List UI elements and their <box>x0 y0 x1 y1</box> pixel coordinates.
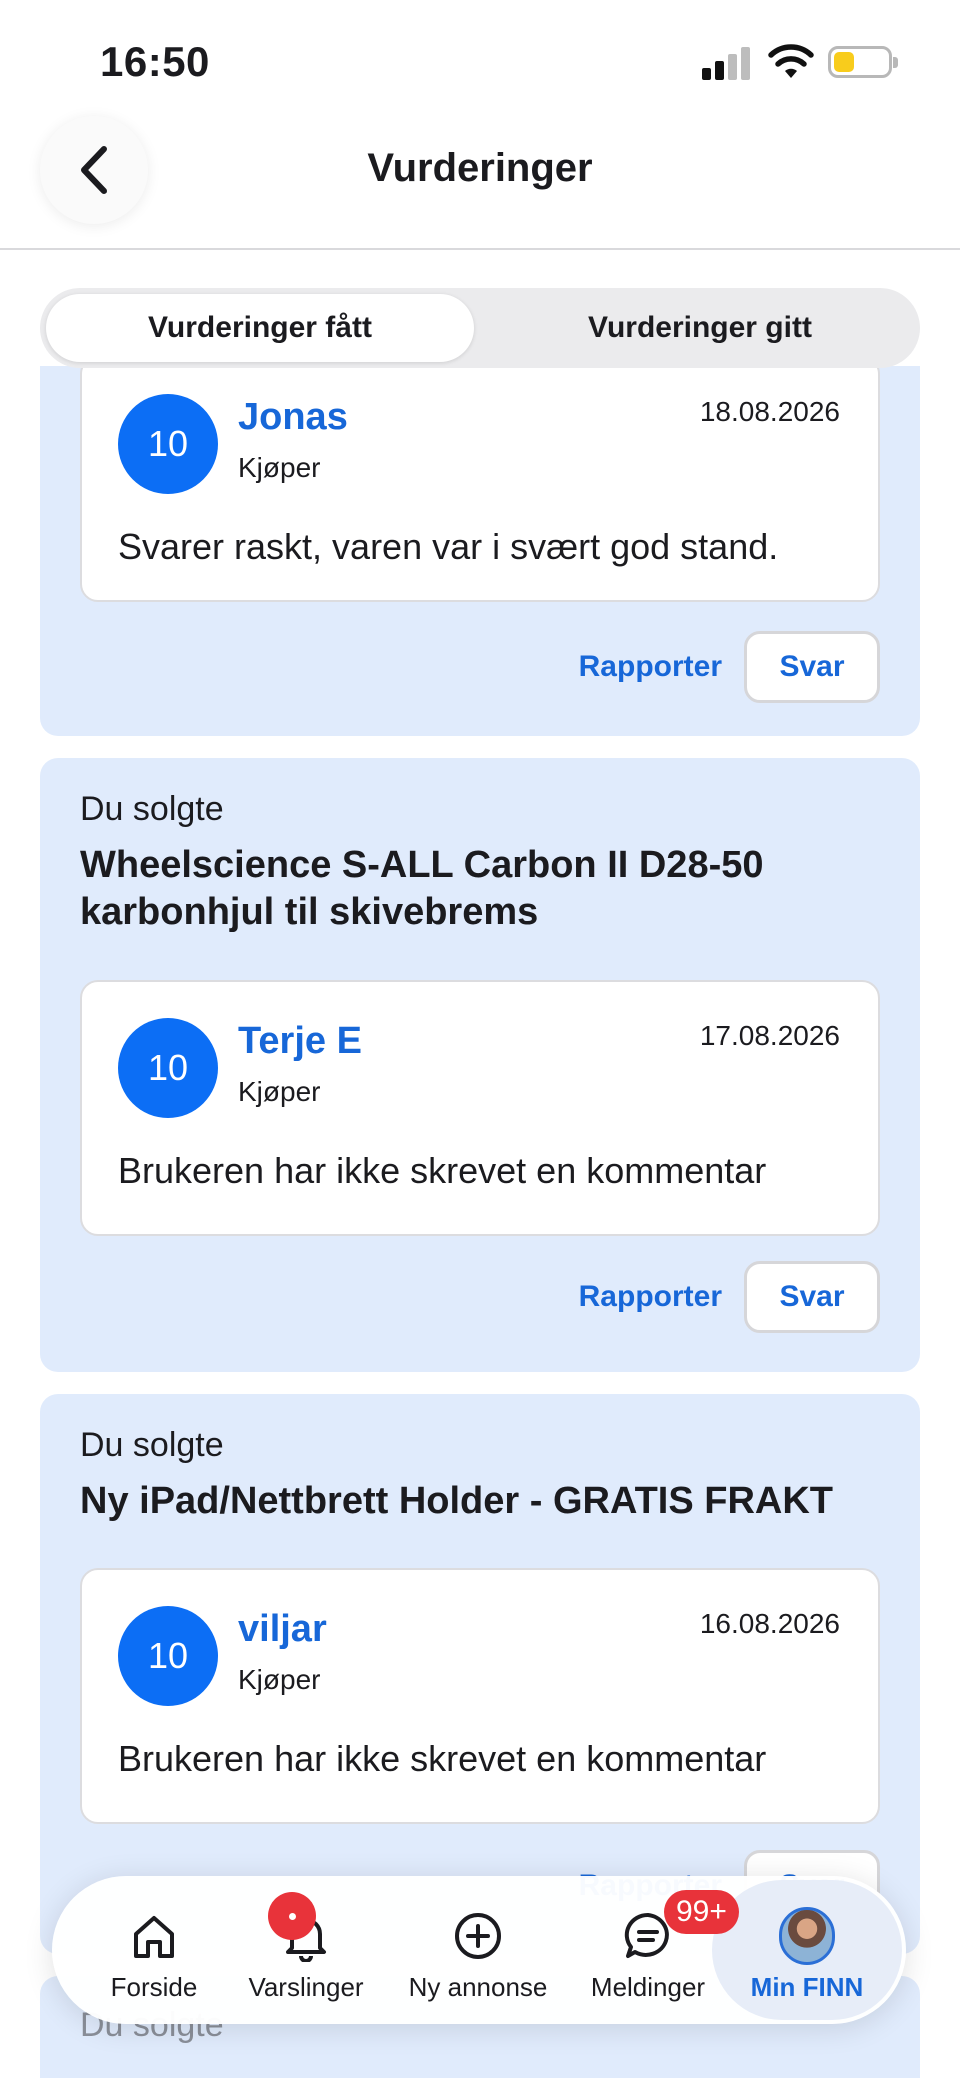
reviewer-role: Kjøper <box>238 452 321 483</box>
report-link[interactable]: Rapporter <box>579 1280 722 1314</box>
review-date: 18.08.2026 <box>699 396 840 427</box>
review-date: 17.08.2026 <box>699 1020 840 1051</box>
review-date: 16.08.2026 <box>699 1608 840 1639</box>
tab-label: Meldinger <box>590 1972 706 2002</box>
review-card: 10 viljar Kjøper 16.08.2026 Brukeren har… <box>80 1568 880 1824</box>
review-comment: Brukeren har ikke skrevet en kommentar <box>118 1150 767 1191</box>
reviewer-name[interactable]: Jonas <box>238 396 348 439</box>
reviewer-role: Kjøper <box>238 1076 321 1107</box>
tab-label: Min FINN <box>750 1972 864 2002</box>
bottom-tab-bar: Forside Varslinger Ny annonse Meldinger … <box>52 1876 906 2024</box>
notification-badge <box>268 1892 316 1940</box>
page-title: Vurderinger <box>367 146 593 190</box>
reviews-list: 10 Jonas Kjøper 18.08.2026 Svarer raskt,… <box>0 366 960 2078</box>
status-bar: 16:50 <box>0 0 960 110</box>
tab-label: Forside <box>110 1972 198 2002</box>
reviewer-name[interactable]: Terje E <box>238 1020 362 1063</box>
cellular-signal-icon <box>702 46 752 80</box>
tab-given-reviews[interactable]: Vurderinger gitt <box>486 294 914 362</box>
tab-label: Ny annonse <box>408 1972 548 2002</box>
battery-icon <box>828 46 898 78</box>
segmented-control: Vurderinger fått Vurderinger gitt <box>40 288 920 368</box>
tab-received-reviews[interactable]: Vurderinger fått <box>46 294 474 362</box>
review-card: 10 Jonas Kjøper 18.08.2026 Svarer raskt,… <box>80 366 880 602</box>
nav-header: Vurderinger <box>0 110 960 250</box>
review-section: 10 Jonas Kjøper 18.08.2026 Svarer raskt,… <box>40 366 920 736</box>
review-section: Du solgte Ny iPad/Nettbrett Holder - GRA… <box>40 1394 920 1954</box>
reply-button[interactable]: Svar <box>744 631 880 703</box>
review-section: Du solgte Wheelscience S-ALL Carbon II D… <box>40 758 920 1372</box>
home-icon <box>126 1908 182 1964</box>
review-comment: Svarer raskt, varen var i svært god stan… <box>118 526 779 567</box>
sold-label: Du solgte <box>80 1426 224 1464</box>
review-comment: Brukeren har ikke skrevet en kommentar <box>118 1738 767 1779</box>
reviewer-name[interactable]: viljar <box>238 1608 327 1651</box>
review-actions: Rapporter Svar <box>579 1261 880 1333</box>
report-link[interactable]: Rapporter <box>579 650 722 684</box>
messages-badge: 99+ <box>664 1890 739 1934</box>
tab-min-finn[interactable]: Min FINN <box>712 1880 902 2020</box>
tab-ny-annonse[interactable]: Ny annonse <box>398 1876 558 2024</box>
reviewer-role: Kjøper <box>238 1664 321 1695</box>
plus-circle-icon <box>450 1908 506 1964</box>
reply-button[interactable]: Svar <box>744 1261 880 1333</box>
wifi-icon <box>768 44 814 78</box>
avatar <box>779 1907 835 1965</box>
ad-title[interactable]: Wheelscience S-ALL Carbon II D28-50 karb… <box>80 842 880 936</box>
tab-label: Varslinger <box>248 1972 364 2002</box>
sold-label: Du solgte <box>80 790 224 828</box>
review-actions: Rapporter Svar <box>579 631 880 703</box>
profile-avatar <box>779 1907 835 1965</box>
review-card: 10 Terje E Kjøper 17.08.2026 Brukeren ha… <box>80 980 880 1236</box>
status-time: 16:50 <box>100 38 210 85</box>
ad-title[interactable]: Ny iPad/Nettbrett Holder - GRATIS FRAKT <box>80 1478 880 1525</box>
score-badge: 10 <box>118 1018 218 1118</box>
tab-forside[interactable]: Forside <box>90 1876 218 2024</box>
score-badge: 10 <box>118 1606 218 1706</box>
score-badge: 10 <box>118 394 218 494</box>
